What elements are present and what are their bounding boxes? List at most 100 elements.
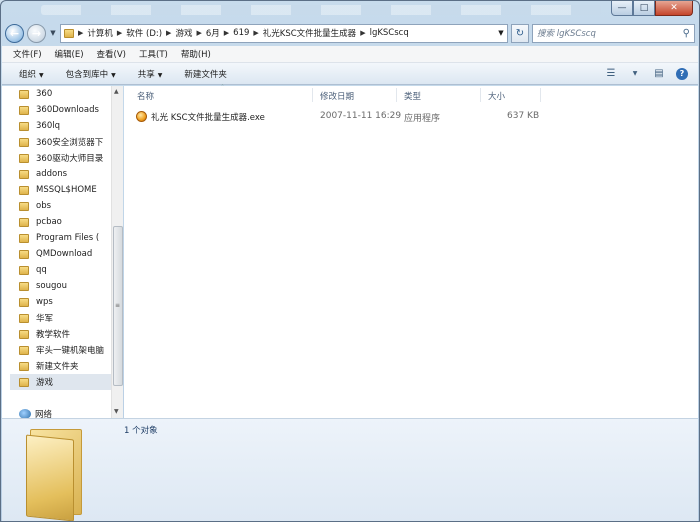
folder-icon xyxy=(19,233,29,243)
menu-help[interactable]: 帮助(H) xyxy=(181,48,211,60)
tree-item-games[interactable]: 游戏 xyxy=(10,374,111,390)
search-input[interactable]: 搜索 lgKSCscq ⚲ xyxy=(532,23,695,43)
folder-icon xyxy=(64,28,74,38)
tree-item-360[interactable]: 360 xyxy=(19,86,111,102)
column-header-name[interactable]: 名称 xyxy=(137,90,154,102)
tree-item-wps[interactable]: wps xyxy=(19,294,111,310)
folder-front xyxy=(26,434,74,521)
tree-item-sougou[interactable]: sougou xyxy=(19,278,111,294)
tree-item-huajun[interactable]: 华军 xyxy=(19,310,111,326)
crumb-june[interactable]: 6月 xyxy=(206,27,220,39)
menu-edit[interactable]: 编辑(E) xyxy=(55,48,84,60)
object-count: 1 个对象 xyxy=(124,426,158,436)
tree-item-360lq[interactable]: 360lq xyxy=(19,118,111,134)
crumb-separator[interactable]: ▶ xyxy=(360,29,365,37)
sort-caret-icon: ˄ xyxy=(221,84,224,91)
tree-item-label: pcbao xyxy=(36,217,62,227)
tree-item-label: wps xyxy=(36,297,53,307)
organize-button[interactable]: 组织 ▼ xyxy=(19,68,44,80)
column-divider[interactable] xyxy=(480,88,481,102)
tree-item-mssql[interactable]: MSSQL$HOME xyxy=(19,182,111,198)
minimize-button[interactable]: — xyxy=(611,1,633,16)
forward-icon[interactable]: → xyxy=(27,23,46,43)
column-header-date[interactable]: 修改日期 xyxy=(320,90,354,102)
folder-icon xyxy=(19,297,29,307)
crumb-ksc-tool[interactable]: 礼光KSC文件批量生成器 xyxy=(263,27,356,39)
tree-item-360browser[interactable]: 360安全浏览器下 xyxy=(19,134,111,150)
scroll-down-icon[interactable]: ▼ xyxy=(114,408,119,415)
recent-pages-dropdown[interactable]: ▼ xyxy=(49,29,57,37)
crumb-separator[interactable]: ▶ xyxy=(224,29,229,37)
column-divider[interactable] xyxy=(312,88,313,102)
search-placeholder: 搜索 lgKSCscq xyxy=(537,29,596,39)
tree-item-new-folder[interactable]: 新建文件夹 xyxy=(19,358,111,374)
nav-scrollbar[interactable]: ▲ ≡ ▼ xyxy=(111,86,123,418)
crumb-separator[interactable]: ▶ xyxy=(117,29,122,37)
folder-icon xyxy=(19,185,29,195)
chevron-down-icon: ▼ xyxy=(111,71,116,79)
chevron-down-icon[interactable]: ▼ xyxy=(628,68,642,80)
address-bar[interactable]: ▶ 计算机 ▶ 软件 (D:) ▶ 游戏 ▶ 6月 ▶ 619 ▶ 礼光KSC文… xyxy=(60,23,508,43)
tree-item-label: 360驱动大师目录 xyxy=(36,154,104,164)
refresh-icon[interactable]: ↻ xyxy=(511,23,529,43)
folder-icon xyxy=(19,313,29,323)
column-header-type[interactable]: 类型 xyxy=(404,90,421,102)
menu-tools[interactable]: 工具(T) xyxy=(139,48,168,60)
tree-item-qmdownload[interactable]: QMDownload xyxy=(19,246,111,262)
share-button[interactable]: 共享 ▼ xyxy=(138,68,163,80)
tree-item-360driver[interactable]: 360驱动大师目录 xyxy=(19,150,111,166)
menu-view[interactable]: 查看(V) xyxy=(97,48,126,60)
column-header-size[interactable]: 大小 xyxy=(488,90,505,102)
file-size: 637 KB xyxy=(507,111,540,121)
tree-item-teaching-software[interactable]: 教学软件 xyxy=(19,326,111,342)
folder-icon xyxy=(19,217,29,227)
include-label: 包含到库中 xyxy=(65,69,109,80)
crumb-619[interactable]: 619 xyxy=(233,28,249,38)
tree-item-label: 360安全浏览器下 xyxy=(36,138,104,148)
tree-item-label: 新建文件夹 xyxy=(36,362,79,372)
address-dropdown[interactable]: ▼ xyxy=(495,29,507,37)
tree-item-rack-tool[interactable]: 牢头一键机架电脑 xyxy=(19,342,111,358)
crumb-separator[interactable]: ▶ xyxy=(196,29,201,37)
tree-item-program-files[interactable]: Program Files ( xyxy=(19,230,111,246)
folder-icon xyxy=(19,329,29,339)
crumb-separator[interactable]: ▶ xyxy=(166,29,171,37)
crumb-separator[interactable]: ▶ xyxy=(253,29,258,37)
tree-item-pcbao[interactable]: pcbao xyxy=(19,214,111,230)
folder-icon xyxy=(19,201,29,211)
column-divider[interactable] xyxy=(396,88,397,102)
maximize-button[interactable]: □ xyxy=(633,1,655,16)
scroll-up-icon[interactable]: ▲ xyxy=(114,88,119,95)
explorer-window: — □ ✕ ← → ▼ ▶ 计算机 ▶ 软件 (D:) ▶ 游戏 ▶ 6月 ▶ … xyxy=(0,0,700,522)
new-folder-button[interactable]: 新建文件夹 xyxy=(184,68,227,80)
back-icon[interactable]: ← xyxy=(5,23,24,43)
folder-icon xyxy=(19,89,29,99)
menu-bar: 文件(F) 编辑(E) 查看(V) 工具(T) 帮助(H) xyxy=(2,46,698,63)
help-icon[interactable]: ? xyxy=(676,67,688,80)
tree-item-360downloads[interactable]: 360Downloads xyxy=(19,102,111,118)
crumb-drive[interactable]: 软件 (D:) xyxy=(126,27,162,39)
crumb-current[interactable]: lgKSCscq xyxy=(370,28,409,38)
crumb-computer[interactable]: 计算机 xyxy=(87,27,113,39)
include-in-library-button[interactable]: 包含到库中 ▼ xyxy=(66,68,116,80)
tree-item-label: 华军 xyxy=(36,314,54,324)
chevron-down-icon: ▼ xyxy=(157,71,163,79)
preview-pane-icon[interactable]: ▤ xyxy=(652,68,666,80)
column-divider[interactable] xyxy=(540,88,541,102)
file-type: 应用程序 xyxy=(404,114,441,124)
view-options-icon[interactable]: ☰ xyxy=(604,68,618,80)
tree-item-obs[interactable]: obs xyxy=(19,198,111,214)
crumb-separator[interactable]: ▶ xyxy=(78,29,83,37)
tree-item-label: sougou xyxy=(36,281,67,291)
toolbar-right: ☰ ▼ ▤ ? xyxy=(604,67,698,80)
tree-item-qq[interactable]: qq xyxy=(19,262,111,278)
tree-item-addons[interactable]: addons xyxy=(19,166,111,182)
search-icon[interactable]: ⚲ xyxy=(683,28,690,39)
tree-item-label: 360lq xyxy=(36,121,60,131)
menu-file[interactable]: 文件(F) xyxy=(13,48,42,60)
tree-item-label: 360Downloads xyxy=(36,105,99,115)
window-controls: — □ ✕ xyxy=(611,1,693,16)
close-button[interactable]: ✕ xyxy=(655,1,693,16)
organize-label: 组织 xyxy=(19,69,37,80)
crumb-games[interactable]: 游戏 xyxy=(175,27,192,39)
